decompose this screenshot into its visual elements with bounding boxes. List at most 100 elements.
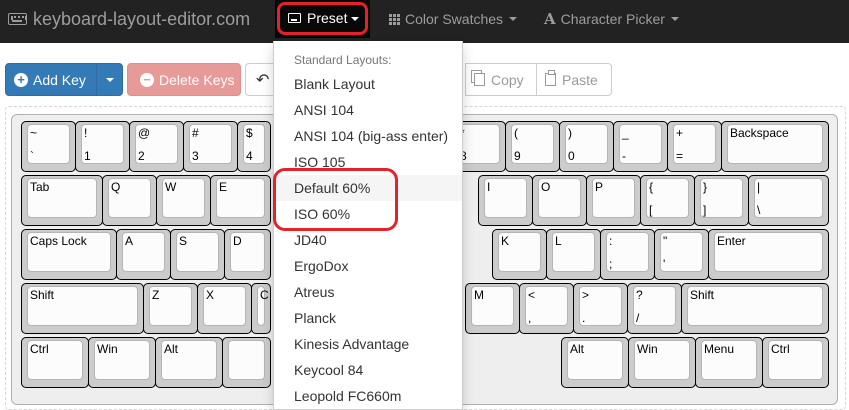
keyboard-key[interactable]: | \	[748, 175, 829, 226]
keyboard-key[interactable]: O	[532, 175, 587, 226]
preset-item-atreus[interactable]: Atreus	[274, 279, 462, 305]
keyboard-key[interactable]: Menu	[695, 337, 763, 388]
plus-circle-icon: +	[14, 72, 28, 87]
keyboard-key[interactable]: Alt	[561, 337, 629, 388]
key-top-legend: E	[219, 180, 228, 194]
key-top-legend: Menu	[704, 342, 735, 356]
preset-item-kinesis-advantage[interactable]: Kinesis Advantage	[274, 331, 462, 357]
undo-button[interactable]: ↶	[245, 63, 275, 96]
keyboard-key[interactable]: P	[586, 175, 641, 226]
grid-icon	[389, 13, 400, 25]
keyboard-key[interactable]: @2	[129, 121, 184, 172]
key-top-legend: <	[528, 288, 536, 302]
key-top-legend: +	[676, 126, 684, 140]
keyboard-key[interactable]: Tab	[21, 175, 103, 226]
key-top-legend: Win	[637, 342, 658, 356]
keyboard-key[interactable]: X	[197, 283, 252, 334]
keyboard-key[interactable]: Caps Lock	[21, 229, 117, 280]
brand[interactable]: keyboard-layout-editor.com	[8, 0, 250, 38]
keyboard-key[interactable]: _ -	[613, 121, 668, 172]
add-key-dropdown-button[interactable]	[96, 63, 123, 96]
keyboard-key[interactable]: >.	[573, 283, 628, 334]
keyboard-key[interactable]: Shift	[21, 283, 144, 334]
keyboard-key[interactable]: " '	[654, 229, 709, 280]
keyboard-key[interactable]: Z	[143, 283, 198, 334]
key-top-legend: }	[703, 180, 708, 194]
keyboard-key[interactable]: Win	[88, 337, 156, 388]
keyboard-key[interactable]: I	[478, 175, 533, 226]
key-bottom-legend: -	[622, 149, 626, 163]
copy-button[interactable]: Copy	[465, 63, 537, 96]
keyboard-key[interactable]: C	[251, 283, 271, 334]
key-top-legend: :	[609, 234, 613, 248]
preset-item-ansi-104-big-ass-enter[interactable]: ANSI 104 (big-ass enter)	[274, 123, 462, 149]
keyboard-key[interactable]: <,	[519, 283, 574, 334]
key-top-legend: ~	[30, 126, 38, 140]
key-bottom-legend: '	[663, 257, 666, 271]
key-bottom-legend: \	[757, 203, 761, 217]
preset-item-keycool-84[interactable]: Keycool 84	[274, 357, 462, 383]
keyboard-key[interactable]: }]	[694, 175, 749, 226]
key-top-legend: Alt	[570, 342, 585, 356]
keyboard-key[interactable]: Ctrl	[21, 337, 89, 388]
keyboard-key[interactable]: Shift	[681, 283, 829, 334]
navbar: keyboard-layout-editor.com Preset Color …	[0, 0, 849, 43]
key-bottom-legend: =	[676, 149, 684, 163]
keyboard-key[interactable]: $4	[237, 121, 271, 172]
keyboard-key[interactable]: D	[224, 229, 271, 280]
keyboard-key[interactable]: ! 1	[75, 121, 130, 172]
add-key-button[interactable]: + Add Key	[5, 63, 97, 96]
key-bottom-legend: `	[30, 149, 34, 163]
key-top-legend: Q	[111, 180, 121, 194]
preset-item-leopold-fc660m[interactable]: Leopold FC660m	[274, 383, 462, 409]
preset-item-planck[interactable]: Planck	[274, 305, 462, 331]
keyboard-key[interactable]: A	[116, 229, 171, 280]
keyboard-key[interactable]: K	[492, 229, 547, 280]
keyboard-key[interactable]: ? /	[627, 283, 682, 334]
keyboard-key[interactable]: Q	[102, 175, 157, 226]
key-top-legend: D	[233, 234, 242, 248]
keyboard-key[interactable]: L	[546, 229, 601, 280]
preset-item-blank-layout[interactable]: Blank Layout	[274, 71, 462, 97]
chevron-down-icon	[670, 17, 679, 21]
key-top-legend: |	[757, 180, 761, 194]
keyboard-key[interactable]: W	[156, 175, 211, 226]
keyboard-key[interactable]: Enter	[708, 229, 829, 280]
key-top-legend: X	[206, 288, 215, 302]
keyboard-key[interactable]: {[	[640, 175, 695, 226]
add-key-label: Add Key	[33, 71, 86, 88]
keyboard-key[interactable]: S	[170, 229, 225, 280]
paste-icon	[545, 70, 556, 86]
keyboard-key[interactable]: E	[210, 175, 271, 226]
key-top-legend: $	[246, 126, 253, 140]
copy-icon	[474, 73, 485, 86]
key-top-legend: !	[84, 126, 88, 140]
keyboard-key[interactable]: Win	[628, 337, 696, 388]
key-top-legend: I	[487, 180, 491, 194]
key-top-legend: {	[649, 180, 654, 194]
key-top-legend: Ctrl	[30, 342, 49, 356]
keyboard-key[interactable]: (9	[505, 121, 560, 172]
preset-item-ergodox[interactable]: ErgoDox	[274, 253, 462, 279]
preset-item-ansi-104[interactable]: ANSI 104	[274, 97, 462, 123]
color-swatches-menu[interactable]: Color Swatches	[389, 0, 518, 38]
delete-keys-button[interactable]: − Delete Keys	[127, 63, 241, 96]
key-top-legend: A	[125, 234, 134, 248]
keyboard-key[interactable]	[222, 337, 271, 388]
character-picker-menu[interactable]: A Character Picker	[544, 0, 679, 38]
key-top-legend: Tab	[30, 180, 50, 194]
keyboard-key[interactable]: Alt	[155, 337, 223, 388]
keyboard-key[interactable]: Ctrl	[762, 337, 829, 388]
paste-button[interactable]: Paste	[536, 63, 612, 96]
keyboard-key[interactable]: #3	[183, 121, 238, 172]
keyboard-key[interactable]: ) 0	[559, 121, 614, 172]
keyboard-key[interactable]: :;	[600, 229, 655, 280]
key-top-legend: K	[501, 234, 510, 248]
key-top-legend: P	[595, 180, 604, 194]
keyboard-key[interactable]: ~ `	[21, 121, 76, 172]
key-top-legend: Shift	[690, 288, 715, 302]
key-bottom-legend: 2	[138, 149, 145, 163]
keyboard-key[interactable]: M	[465, 283, 520, 334]
keyboard-key[interactable]: Backspace	[721, 121, 829, 172]
keyboard-key[interactable]: + =	[667, 121, 722, 172]
